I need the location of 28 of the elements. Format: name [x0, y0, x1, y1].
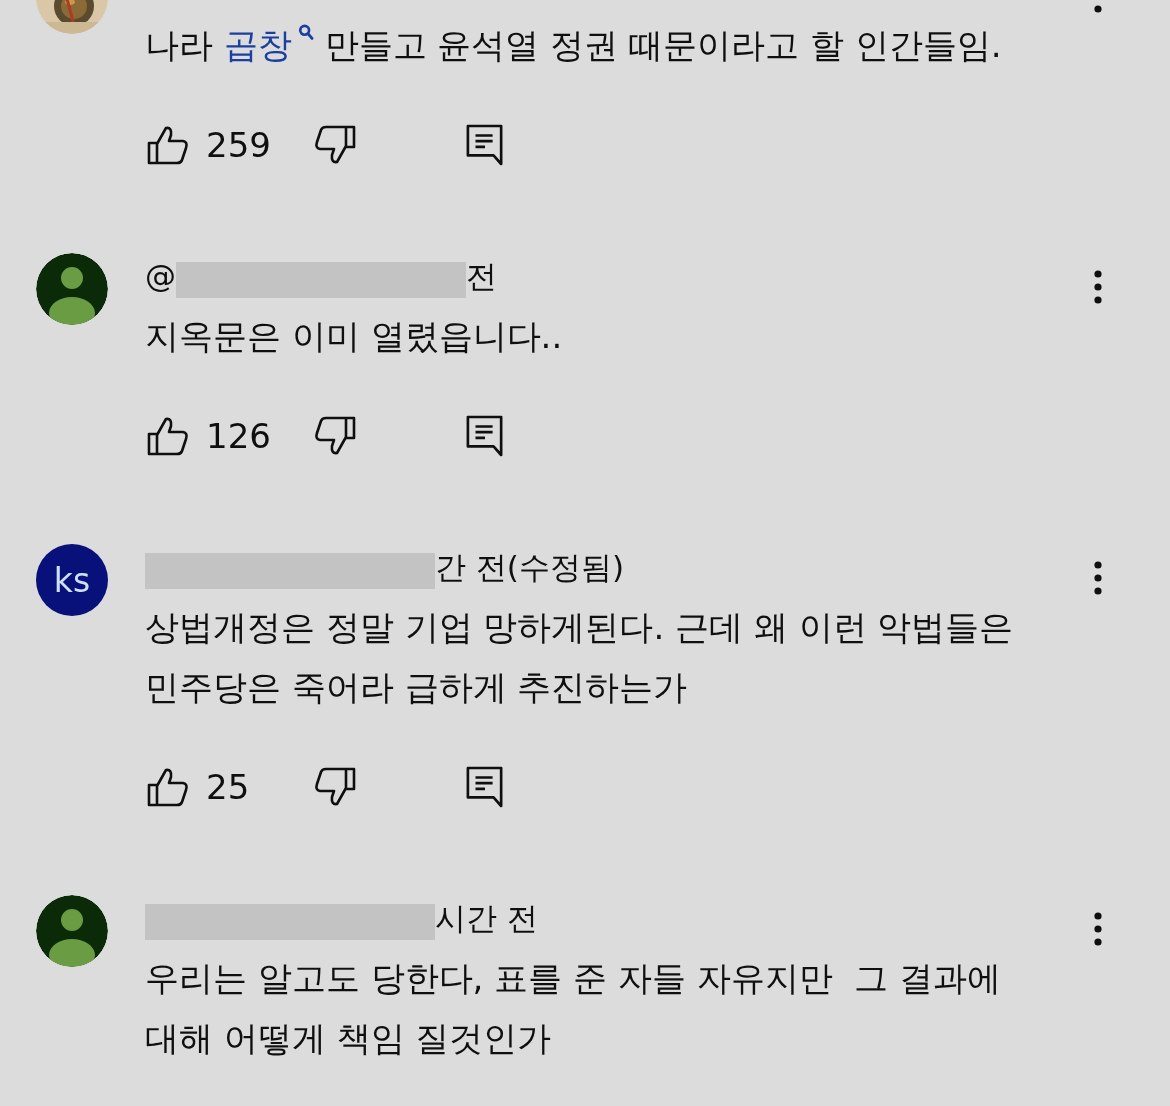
- comment-time: 전: [466, 257, 497, 296]
- thumbs-up-icon[interactable]: [147, 767, 189, 807]
- thumbs-down-icon[interactable]: [314, 416, 356, 456]
- thumbs-up-icon[interactable]: [147, 416, 189, 456]
- thumbs-down-icon[interactable]: [314, 767, 356, 807]
- thumbs-down-icon[interactable]: [314, 125, 356, 165]
- comment-time: 시간 전: [435, 899, 538, 938]
- reply-icon[interactable]: [466, 415, 504, 457]
- like-count: 126: [206, 416, 272, 456]
- reply-icon[interactable]: [466, 124, 504, 166]
- like-count: 25: [206, 767, 251, 807]
- comment-time: 간 전(수정됨): [435, 548, 625, 587]
- comment-text: 지옥문은 이미 열렸읍니다..: [145, 315, 564, 358]
- like-count: 259: [206, 125, 272, 165]
- more-options-icon[interactable]: [1094, 270, 1102, 304]
- avatar-icon: [36, 895, 108, 967]
- comment-text: 우리는 알고도 당한다, 표를 준 자들 자유지만 그 결과에 대해 어떻게 책임 질것인가: [145, 957, 1003, 1060]
- more-options-icon[interactable]: [1094, 912, 1102, 946]
- avatar: ks: [36, 544, 108, 616]
- search-link[interactable]: 곱창: [223, 25, 314, 65]
- comment-author: @: [145, 257, 176, 296]
- more-options-icon[interactable]: [1094, 561, 1102, 595]
- comment-text: 상법개정은 정말 기업 망하게된다. 근데 왜 이런 악법들은 민주당은 죽어라 급하게 추진하는가: [145, 606, 1015, 709]
- search-icon[interactable]: [297, 23, 314, 43]
- comment-text: 나라 곱창 만들고 윤석열 정권 때문이라고 할 인간들임.: [145, 22, 1003, 67]
- avatar-icon: [36, 253, 108, 325]
- thumbs-up-icon[interactable]: [147, 125, 189, 165]
- reply-icon[interactable]: [466, 766, 504, 808]
